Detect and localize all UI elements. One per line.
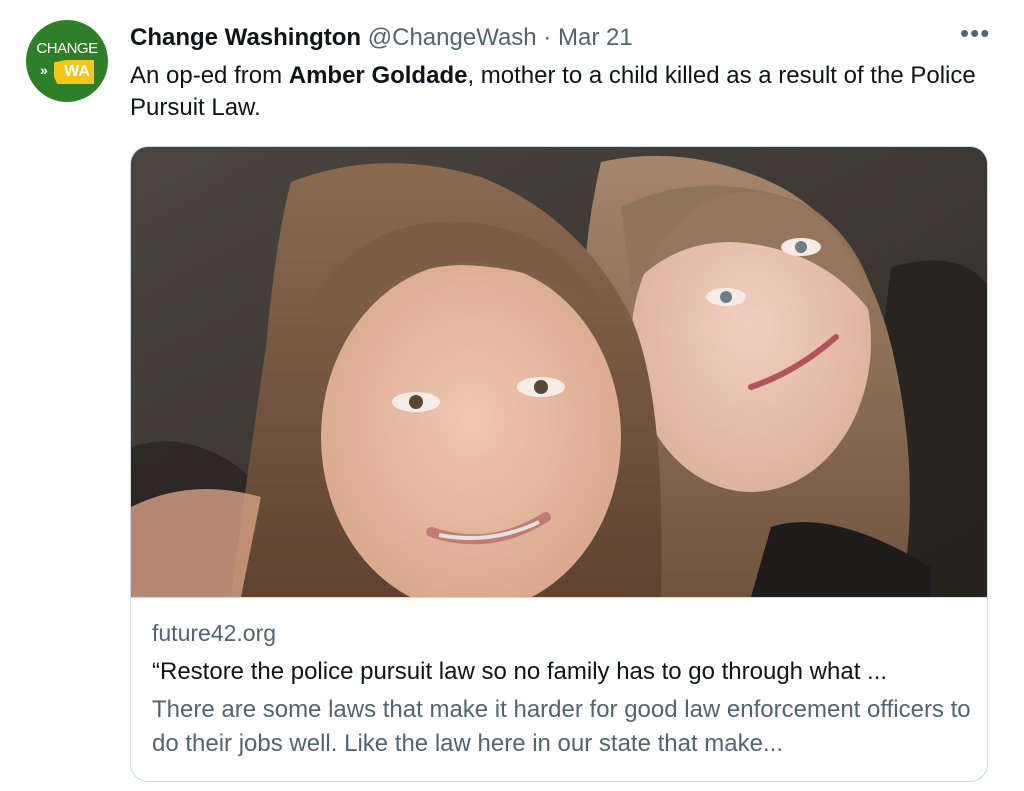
link-card[interactable]: future42.org “Restore the police pursuit…: [130, 146, 988, 782]
chevron-right-icon: »: [40, 62, 48, 78]
tweet-text-bold: Amber Goldade: [288, 62, 468, 89]
card-domain[interactable]: future42.org: [152, 618, 276, 648]
avatar[interactable]: CHANGE » WA: [26, 20, 108, 102]
card-meta[interactable]: future42.org “Restore the police pursuit…: [131, 597, 987, 781]
user-handle[interactable]: @ChangeWash: [368, 24, 537, 51]
more-horizontal-icon[interactable]: •••: [960, 20, 990, 52]
card-description: There are some laws that make it harder …: [152, 696, 971, 757]
tweet[interactable]: CHANGE » WA Change Washington @ChangeWas…: [0, 0, 1024, 791]
tweet-text-start: An op-ed from: [130, 62, 289, 89]
tweet-header: Change Washington @ChangeWash · Mar 21: [130, 22, 633, 54]
tweet-text: An op-ed from Amber Goldade, mother to a…: [130, 60, 1000, 124]
display-name[interactable]: Change Washington: [130, 24, 361, 51]
avatar-logo-text: CHANGE: [36, 40, 98, 57]
separator-dot: ·: [543, 24, 552, 51]
card-photo: [131, 147, 987, 597]
avatar-wa-text: WA: [64, 63, 90, 80]
tweet-date[interactable]: Mar 21: [558, 24, 633, 51]
card-title[interactable]: “Restore the police pursuit law so no fa…: [152, 656, 972, 688]
card-image[interactable]: [131, 147, 987, 597]
